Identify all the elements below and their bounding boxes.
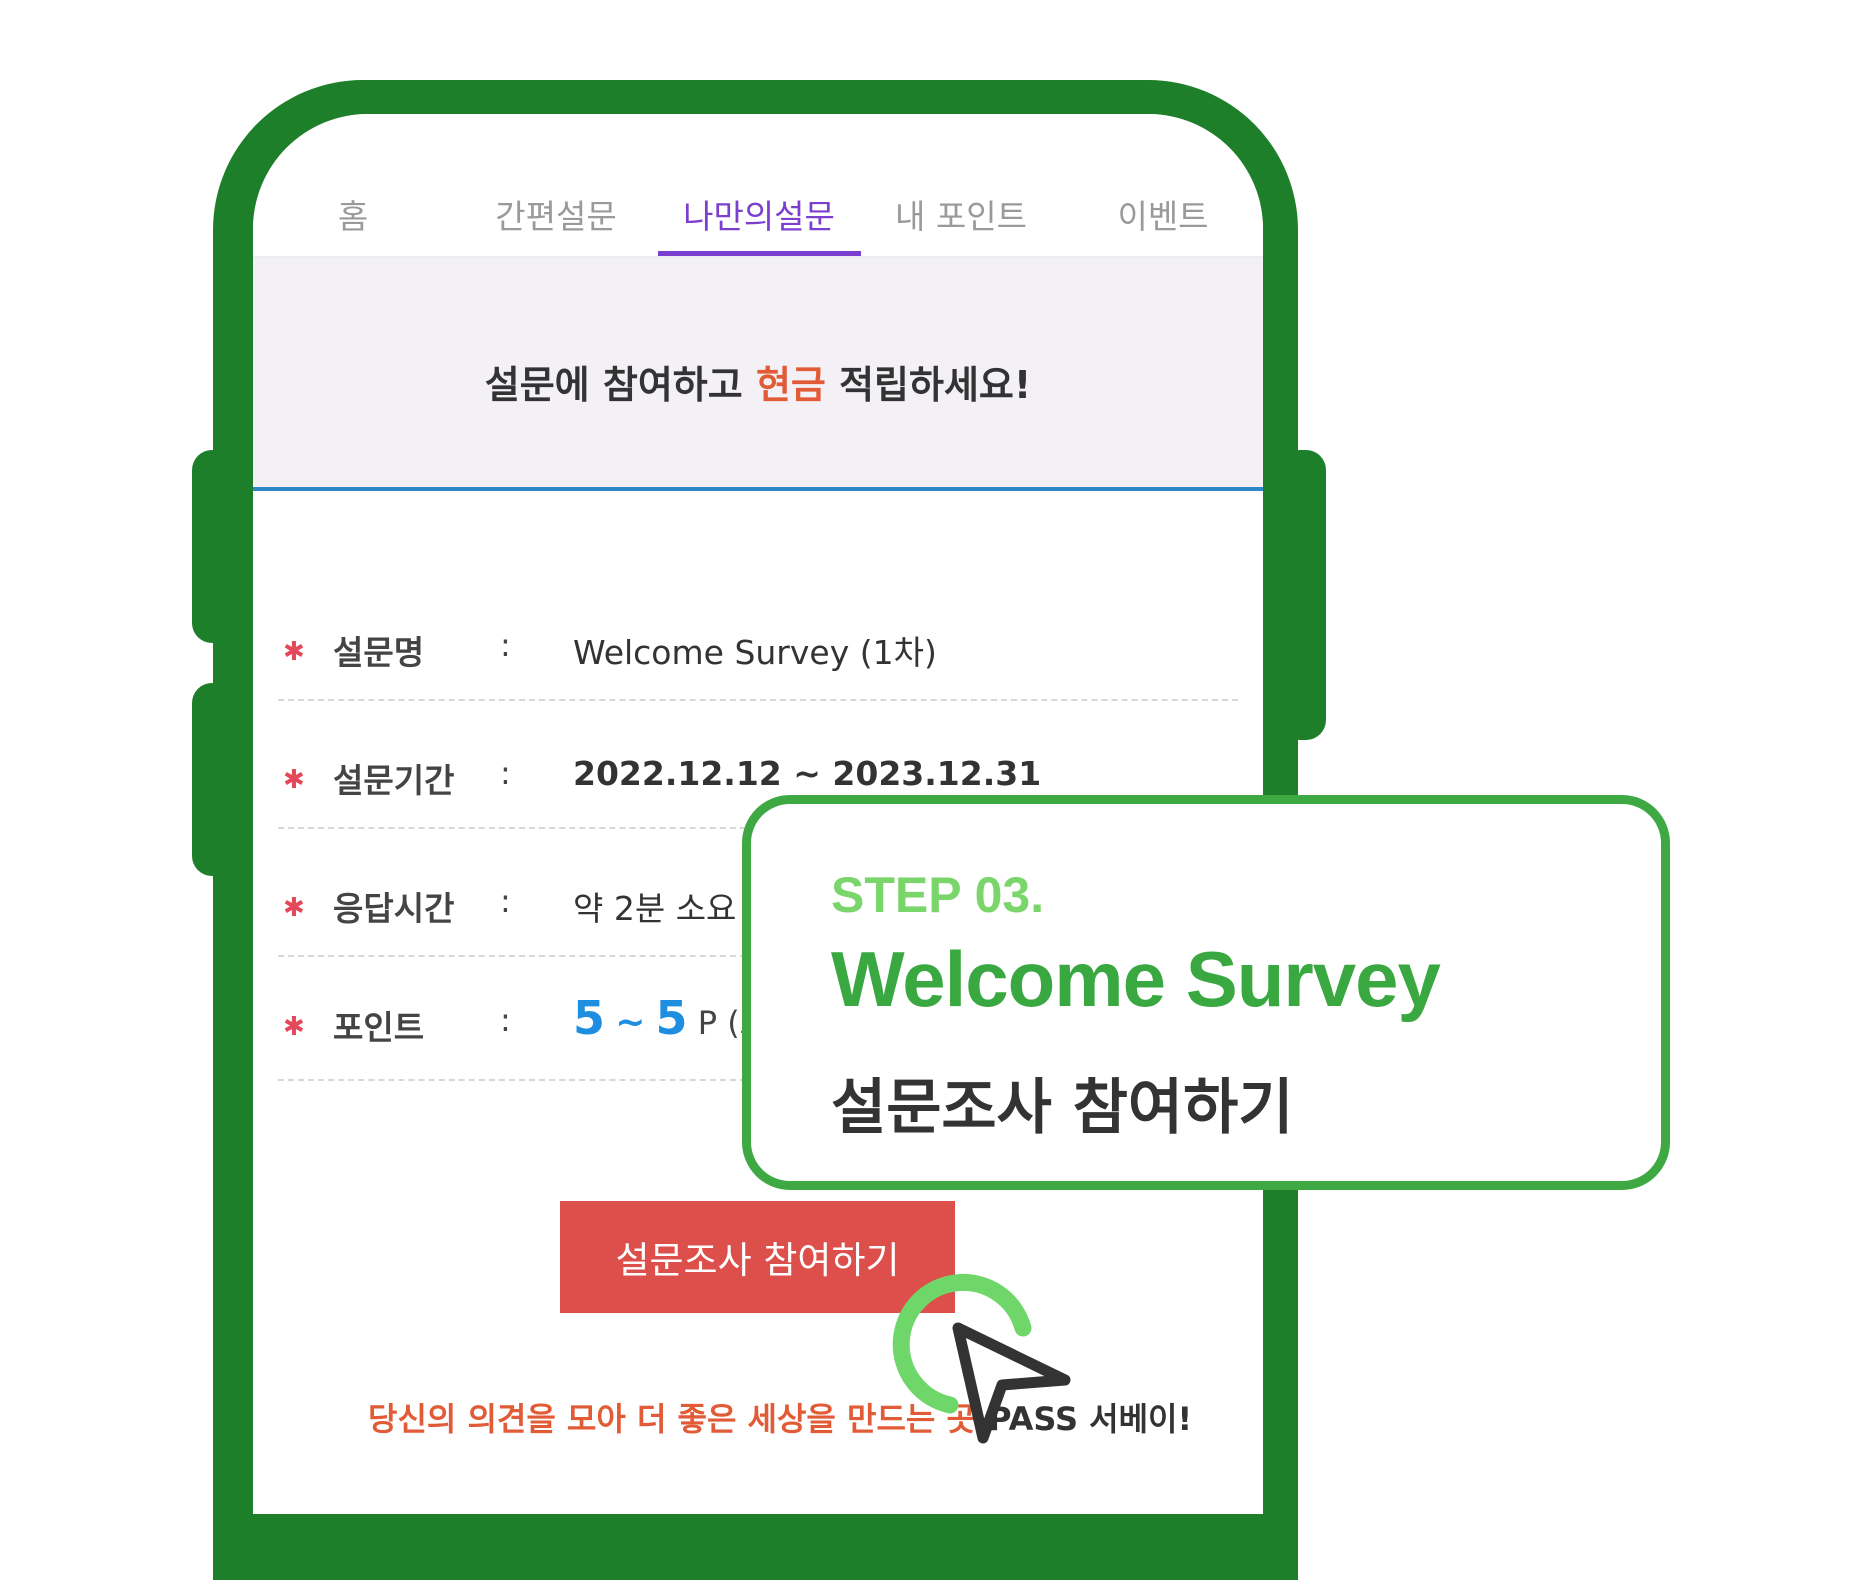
callout-subtitle: 설문조사 참여하기 bbox=[831, 1073, 1294, 1143]
step-label: STEP 03. bbox=[831, 867, 1045, 923]
separator: : bbox=[500, 754, 511, 792]
required-mark-icon: ✱ bbox=[283, 765, 305, 795]
survey-name-row: ✱ 설문명 : Welcome Survey (1차) bbox=[278, 599, 1238, 701]
banner-prefix: 설문에 참여하고 bbox=[484, 363, 756, 407]
points-min: 5 bbox=[573, 991, 606, 1045]
callout-title: Welcome Survey bbox=[831, 935, 1441, 1023]
separator: : bbox=[500, 882, 511, 920]
response-time-value: 약 2분 소요 bbox=[573, 889, 737, 928]
promo-banner: 설문에 참여하고 현금 적립하세요! bbox=[253, 258, 1263, 491]
survey-name-value: Welcome Survey (1차) bbox=[573, 633, 937, 672]
points-value: 5 ~ 5 P (조 bbox=[573, 991, 769, 1045]
banner-text: 설문에 참여하고 현금 적립하세요! bbox=[253, 354, 1263, 409]
banner-suffix: 적립하세요! bbox=[825, 363, 1032, 407]
response-time-label: 응답시간 bbox=[333, 889, 455, 928]
points-tilde: ~ bbox=[615, 1002, 646, 1043]
required-mark-icon: ✱ bbox=[283, 637, 305, 667]
survey-period-value: 2022.12.12 ~ 2023.12.31 bbox=[573, 754, 1042, 793]
separator: : bbox=[500, 1001, 511, 1039]
step-callout: STEP 03. Welcome Survey 설문조사 참여하기 bbox=[742, 795, 1670, 1190]
tab-my-survey[interactable]: 나만의설문 bbox=[683, 190, 835, 238]
tab-my-points[interactable]: 내 포인트 bbox=[895, 190, 1027, 238]
survey-period-label: 설문기간 bbox=[333, 761, 455, 800]
active-tab-indicator bbox=[658, 251, 861, 256]
banner-highlight: 현금 bbox=[755, 363, 826, 407]
tab-bar: 홈 간편설문 나만의설문 내 포인트 이벤트 bbox=[253, 114, 1263, 258]
tab-quick-survey[interactable]: 간편설문 bbox=[495, 190, 616, 238]
survey-name-label: 설문명 bbox=[333, 633, 425, 672]
points-max: 5 bbox=[655, 991, 688, 1045]
tab-events[interactable]: 이벤트 bbox=[1117, 190, 1208, 238]
cursor-arrow-icon bbox=[892, 1273, 1071, 1444]
points-label: 포인트 bbox=[333, 1008, 425, 1047]
separator: : bbox=[500, 626, 511, 664]
required-mark-icon: ✱ bbox=[283, 1012, 305, 1042]
tab-home[interactable]: 홈 bbox=[338, 190, 368, 238]
required-mark-icon: ✱ bbox=[283, 893, 305, 923]
